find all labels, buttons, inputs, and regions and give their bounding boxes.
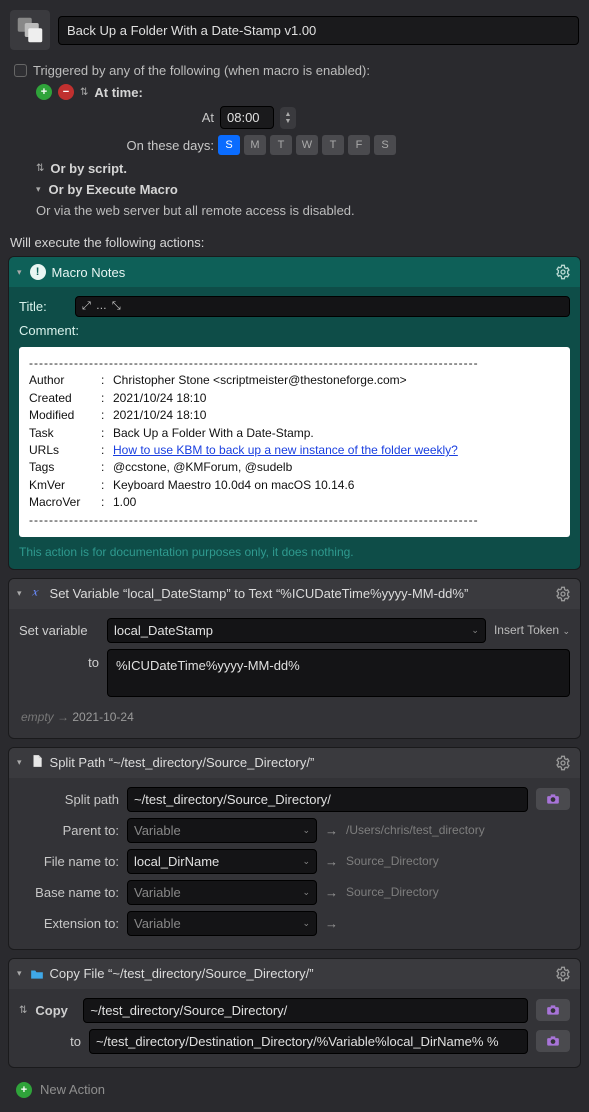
url-link[interactable]: How to use KBM to back up a new instance… bbox=[113, 443, 458, 457]
folder-icon bbox=[30, 967, 44, 981]
basename-preview: Source_Directory bbox=[346, 885, 439, 899]
chevron-down-icon[interactable]: ▾ bbox=[17, 588, 22, 599]
action-set-variable[interactable]: ▾ 𝑥 Set Variable “local_DateStamp” to Te… bbox=[8, 578, 581, 739]
notes-footer: This action is for documentation purpose… bbox=[19, 537, 570, 559]
parent-variable-select[interactable]: Variable⌄ bbox=[127, 818, 317, 843]
day-thu[interactable]: T bbox=[322, 135, 344, 155]
copy-label[interactable]: Copy bbox=[35, 1003, 75, 1018]
basename-variable-select[interactable]: Variable⌄ bbox=[127, 880, 317, 905]
title-resize-field[interactable]: ⤢ … ⤡ bbox=[75, 296, 570, 317]
svg-text:𝑥: 𝑥 bbox=[31, 588, 39, 599]
or-by-execute-macro-label[interactable]: Or by Execute Macro bbox=[49, 182, 178, 197]
variable-icon: 𝑥 bbox=[30, 585, 44, 602]
day-tue[interactable]: T bbox=[270, 135, 292, 155]
chevron-down-icon[interactable]: ▾ bbox=[36, 184, 41, 195]
comment-label: Comment: bbox=[19, 323, 79, 338]
screenshot-picker-button[interactable] bbox=[536, 1030, 570, 1052]
gear-icon[interactable] bbox=[554, 585, 572, 603]
copy-to-label: to bbox=[41, 1034, 81, 1049]
variable-name-select[interactable]: local_DateStamp⌄ bbox=[107, 618, 486, 643]
basename-to-label: Base name to: bbox=[19, 885, 119, 900]
add-trigger-button[interactable]: + bbox=[36, 84, 52, 100]
trigger-enable-checkbox[interactable] bbox=[14, 64, 27, 77]
title-label: Title: bbox=[19, 299, 67, 314]
macro-title-input[interactable] bbox=[58, 16, 579, 45]
day-sun[interactable]: S bbox=[218, 135, 240, 155]
action-title: Split Path “~/test_directory/Source_Dire… bbox=[50, 755, 548, 770]
time-stepper[interactable]: ▲▼ bbox=[280, 107, 296, 129]
add-action-button[interactable]: + bbox=[16, 1082, 32, 1098]
arrow-icon: → bbox=[325, 916, 338, 931]
filename-preview: Source_Directory bbox=[346, 854, 439, 868]
reorder-icon[interactable]: ⇅ bbox=[19, 1005, 27, 1016]
arrow-icon: → bbox=[325, 885, 338, 900]
action-title: Copy File “~/test_directory/Source_Direc… bbox=[50, 966, 548, 981]
macro-app-icon bbox=[10, 10, 50, 50]
day-mon[interactable]: M bbox=[244, 135, 266, 155]
at-label: At bbox=[94, 110, 214, 125]
action-title: Macro Notes bbox=[52, 265, 548, 280]
on-days-label: On these days: bbox=[94, 138, 214, 153]
at-time-trigger-label[interactable]: At time: bbox=[94, 85, 142, 100]
parent-preview: /Users/chris/test_directory bbox=[346, 823, 485, 837]
trigger-reorder-icon[interactable]: ⇅ bbox=[80, 87, 88, 98]
time-input[interactable] bbox=[220, 106, 274, 129]
split-path-input[interactable] bbox=[127, 787, 528, 812]
to-label: to bbox=[19, 649, 99, 670]
remove-trigger-button[interactable]: − bbox=[58, 84, 74, 100]
extension-to-label: Extension to: bbox=[19, 916, 119, 931]
arrow-icon: → bbox=[325, 823, 338, 838]
arrow-icon: → bbox=[325, 854, 338, 869]
day-sat[interactable]: S bbox=[374, 135, 396, 155]
action-split-path[interactable]: ▾ Split Path “~/test_directory/Source_Di… bbox=[8, 747, 581, 950]
chevron-down-icon[interactable]: ▾ bbox=[17, 267, 22, 278]
screenshot-picker-button[interactable] bbox=[536, 788, 570, 810]
triggered-by-label: Triggered by any of the following (when … bbox=[33, 63, 370, 78]
chevron-down-icon[interactable]: ▾ bbox=[17, 757, 22, 768]
gear-icon[interactable] bbox=[554, 754, 572, 772]
day-wed[interactable]: W bbox=[296, 135, 318, 155]
gear-icon[interactable] bbox=[554, 965, 572, 983]
execute-actions-label: Will execute the following actions: bbox=[0, 229, 589, 256]
action-title: Set Variable “local_DateStamp” to Text “… bbox=[50, 586, 548, 601]
or-via-web-label: Or via the web server but all remote acc… bbox=[36, 203, 355, 218]
copy-dest-input[interactable] bbox=[89, 1029, 528, 1054]
action-macro-notes[interactable]: ▾ ! Macro Notes Title: ⤢ … ⤡ Comment: --… bbox=[8, 256, 581, 570]
new-action-label[interactable]: New Action bbox=[40, 1082, 105, 1097]
day-fri[interactable]: F bbox=[348, 135, 370, 155]
split-path-label: Split path bbox=[19, 792, 119, 807]
copy-source-input[interactable] bbox=[83, 998, 528, 1023]
screenshot-picker-button[interactable] bbox=[536, 999, 570, 1021]
filename-variable-select[interactable]: local_DirName⌄ bbox=[127, 849, 317, 874]
info-icon: ! bbox=[30, 264, 46, 280]
result-preview: empty → 2021-10-24 bbox=[19, 700, 570, 728]
filename-to-label: File name to: bbox=[19, 854, 119, 869]
gear-icon[interactable] bbox=[554, 263, 572, 281]
extension-variable-select[interactable]: Variable⌄ bbox=[127, 911, 317, 936]
action-copy-file[interactable]: ▾ Copy File “~/test_directory/Source_Dir… bbox=[8, 958, 581, 1068]
to-text-input[interactable]: %ICUDateTime%yyyy-MM-dd% bbox=[107, 649, 570, 697]
insert-token-button[interactable]: Insert Token ⌄ bbox=[494, 623, 570, 637]
document-icon bbox=[30, 754, 44, 771]
or-by-script-label[interactable]: Or by script. bbox=[50, 161, 127, 176]
set-variable-label: Set variable bbox=[19, 623, 99, 638]
comment-text[interactable]: ----------------------------------------… bbox=[19, 347, 570, 537]
reorder-icon[interactable]: ⇅ bbox=[36, 163, 44, 174]
chevron-down-icon[interactable]: ▾ bbox=[17, 968, 22, 979]
parent-to-label: Parent to: bbox=[19, 823, 119, 838]
